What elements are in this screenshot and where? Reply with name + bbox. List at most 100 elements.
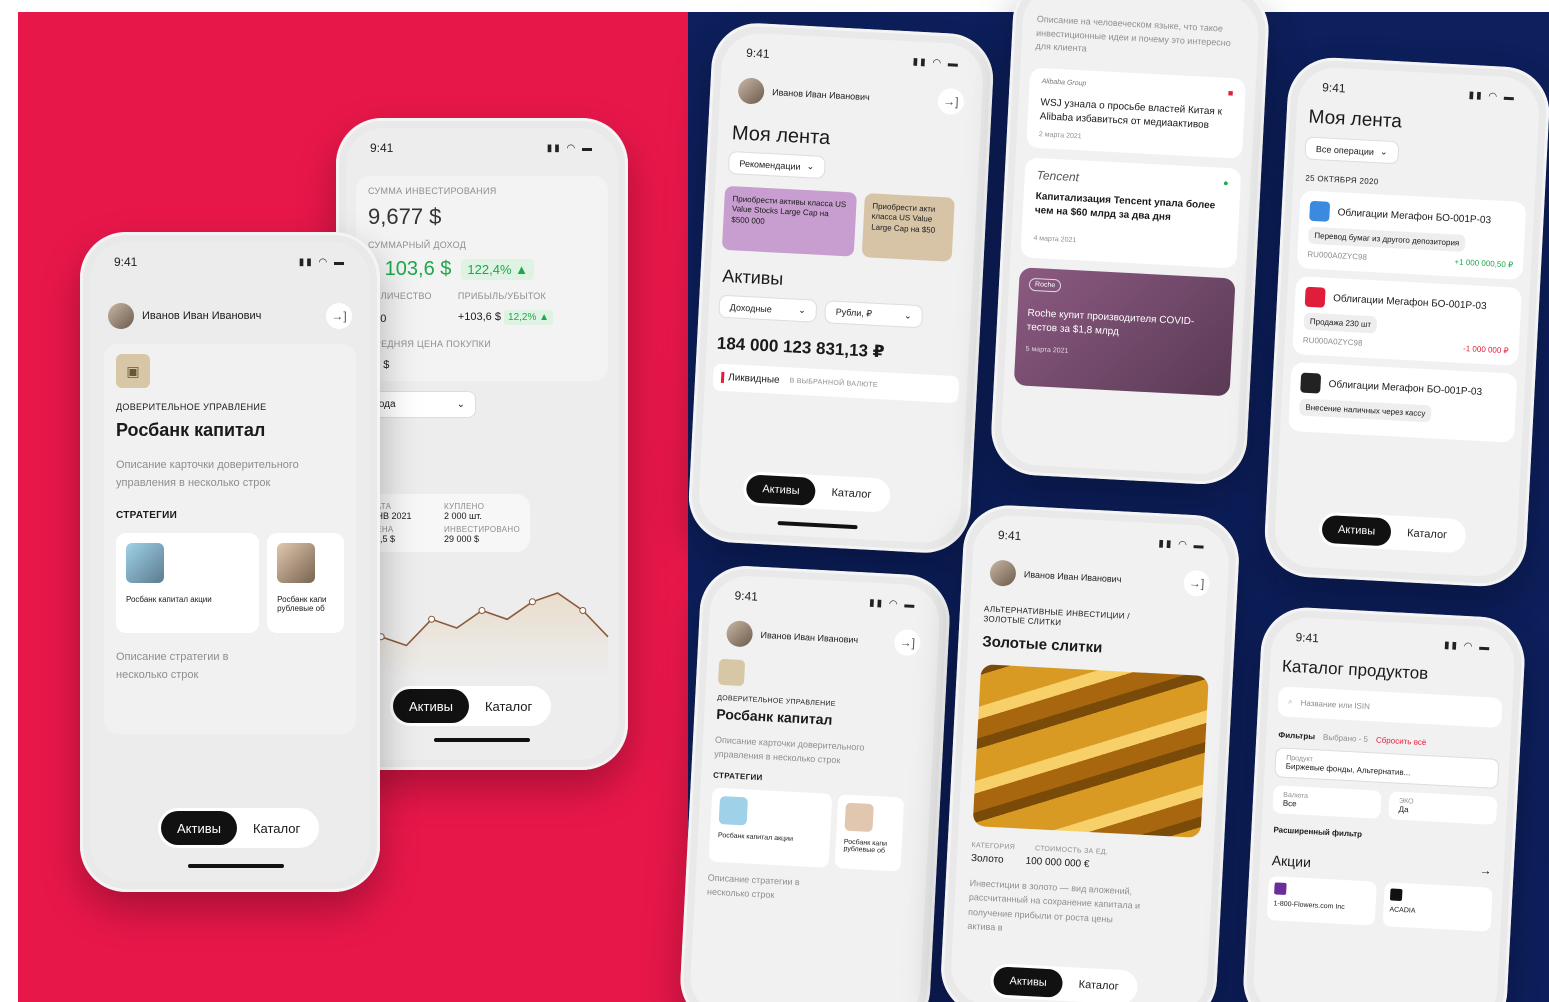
logout-icon[interactable]: →] [937,87,965,116]
phone-catalog: 9:41 ▮▮ ◠ ▬ Каталог продуктов ⌕ Название … [1241,605,1527,1002]
trust-card: ▣ ДОВЕРИТЕЛЬНОЕ УПРАВЛЕНИЕ Росбанк капит… [104,344,356,734]
currency-note: В ВЫБРАННОЙ ВАЛЮТЕ [789,377,879,390]
share-name-1: 1-800-Flowers.com Inc [1273,900,1345,912]
filters-selected: Выбрано - 5 [1322,732,1369,745]
operation-1[interactable]: Облигации Мегафон БО-001Р-03 Перевод бум… [1296,190,1527,280]
user-name: Иванов Иван Иванович [1023,569,1122,585]
avatar [989,559,1017,587]
feed-filter-value: Рекомендации [739,158,801,172]
tab-assets[interactable]: Активы [745,474,817,506]
avg-label: СРЕДНЯЯ ЦЕНА ПОКУПКИ [368,339,491,349]
invested-value: 29 000 $ [443,534,479,544]
strategy-name-2: Росбанк капи рублевые об [843,838,888,855]
tab-assets[interactable]: Активы [992,966,1064,998]
performance-chart [355,592,609,678]
bought-value: 2 000 шт. [443,511,482,521]
operation-2[interactable]: Облигации Мегафон БО-001Р-03 Продажа 230… [1292,276,1522,366]
strategy-card-1[interactable]: Росбанк капитал акции [708,787,833,868]
strategy-card-2[interactable]: Росбанк капи рублевые об [834,794,905,872]
chart-point[interactable] [428,615,436,623]
tab-bar: Активы Каталог [989,963,1139,1002]
pl-pct-badge: 12,2% ▲ [504,310,554,325]
chart-point[interactable] [478,607,486,614]
income-pct-badge: 122,4% ▲ [461,259,534,280]
briefcase-icon: ▣ [116,354,150,388]
arrow-right-icon[interactable]: → [1479,863,1492,880]
tab-assets[interactable]: Активы [1321,514,1392,547]
tab-assets[interactable]: Активы [161,811,237,845]
price-value: 14,5 $ [370,534,396,544]
tab-catalog[interactable]: Каталог [1062,970,1135,1002]
news-card-1[interactable]: Alibaba Group ■ WSJ узнала о просьбе влас… [1026,67,1247,159]
eco-select[interactable]: ЭКО Да [1388,791,1498,825]
promo-card-2[interactable]: Приобрести акти класса US Value Large Ca… [861,193,955,262]
filters-label: Фильтры [1278,730,1316,742]
trust-desc: Описание карточки доверительного управле… [116,459,299,489]
news-card-3[interactable]: Roche Roche купит производителя COVID-те… [1013,266,1236,396]
chart-area [356,593,608,678]
search-placeholder: Название или ISIN [1300,697,1371,711]
news-title-2: Капитализация Tencent упала более чем на… [1034,190,1216,224]
chart-point[interactable] [528,598,536,606]
avg-value: 50 $ [368,359,390,371]
gold-bars-image [972,663,1209,838]
user-name: Иванов Иван Иванович [142,310,262,322]
tab-catalog[interactable]: Каталог [815,478,888,510]
trust-title: Росбанк капитал [116,420,266,440]
home-indicator [434,738,530,742]
share-card-1[interactable]: 1-800-Flowers.com Inc [1266,876,1377,926]
op-isin-1: RU000A0ZYC98 [1307,249,1368,262]
promo-card-1[interactable]: Приобрести активы класса US Value Stocks… [721,185,858,257]
sum-label: СУММА ИНВЕСТИРОВАНИЯ [368,186,497,196]
chevron-down-icon: ⌄ [1379,146,1388,157]
strategy-card-1[interactable]: Росбанк капитал акции [116,533,260,634]
search-icon: ⌕ [1287,696,1293,707]
logout-icon[interactable]: →] [326,303,352,329]
op-amount-2: -1 000 000 ₽ [1462,343,1509,356]
signal-icons: ▮▮ ◠ ▬ [912,55,961,70]
tab-catalog[interactable]: Каталог [469,689,548,723]
tencent-logo: Tencent [1036,167,1080,184]
category-label: КАТЕГОРИЯ [971,841,1016,851]
signal-icons: ▮▮ ◠ ▬ [298,256,346,268]
signal-icons: ▮▮ ◠ ▬ [546,142,594,154]
pl-value: +103,6 $ [457,311,501,323]
strategies-label: СТРАТЕГИИ [712,770,763,783]
roche-logo: Roche [1028,277,1062,292]
news-date-2: 4 марта 2021 [1033,234,1077,244]
tab-assets[interactable]: Активы [393,689,469,723]
phone-feed: 9:41 ▮▮ ◠ ▬ Иванов Иван Иванович →] Моя л… [686,20,996,556]
logout-icon[interactable]: →] [893,628,922,657]
date-value: ЯНВ 2021 [370,511,412,521]
news-title-1: WSJ узнала о просьбе властей Китая к Ali… [1039,96,1223,131]
phone-trust-small: 9:41 ▮▮ ◠ ▬ Иванов Иван Иванович →] ДОВЕР… [678,563,952,1002]
share-card-2[interactable]: ACADIA [1382,882,1493,932]
operation-3[interactable]: Облигации Мегафон БО-001Р-03 Внесение на… [1288,362,1518,443]
strategy-name-2: Росбанк капи рублевые об [277,595,327,614]
logout-icon[interactable]: →] [1182,569,1211,597]
tab-catalog[interactable]: Каталог [1390,518,1463,550]
strategy-name-1: Росбанк капитал акции [717,831,794,843]
invest-summary-card: СУММА ИНВЕСТИРОВАНИЯ 9,677 $ СУММАРНЫЙ Д… [356,176,608,381]
ops-filter[interactable]: Все операции ⌄ [1304,136,1400,165]
signal-icons: ▮▮ ◠ ▬ [1158,537,1206,552]
strategy-card-2[interactable]: Росбанк капи рублевые об [267,533,344,634]
status-bar: 9:41 ▮▮ ◠ ▬ [114,255,346,269]
tab-catalog[interactable]: Каталог [237,811,316,845]
tab-bar: Активы Каталог [742,471,892,513]
price-label: ЦЕНА [370,525,394,534]
news-card-2[interactable]: Tencent ● Капитализация Tencent упала бол… [1020,156,1242,269]
chevron-down-icon: ⌄ [806,161,815,172]
phone-trust: 9:41 ▮▮ ◠ ▬ Иванов Иван Иванович →] ▣ ДОВ… [80,232,380,892]
user-header: Иванов Иван Иванович →] [90,298,370,334]
chart-point[interactable] [579,607,587,614]
feed-filter[interactable]: Рекомендации ⌄ [727,150,826,179]
reset-filters-link[interactable]: Сбросить всё [1376,735,1427,747]
liquid-label: Ликвидные [720,371,780,386]
income-label: СУММАРНЫЙ ДОХОД [368,240,467,250]
op-tag-3: Внесение наличных через кассу [1298,398,1432,423]
phone-gold: 9:41 ▮▮ ◠ ▬ Иванов Иван Иванович →] АЛЬТЕ… [938,503,1242,1002]
invested-label: ИНВЕСТИРОВАНО [443,525,520,534]
op-tag-1: Перевод бумаг из другого депозитория [1307,226,1466,252]
currency-select[interactable]: Валюта Все [1272,785,1382,819]
